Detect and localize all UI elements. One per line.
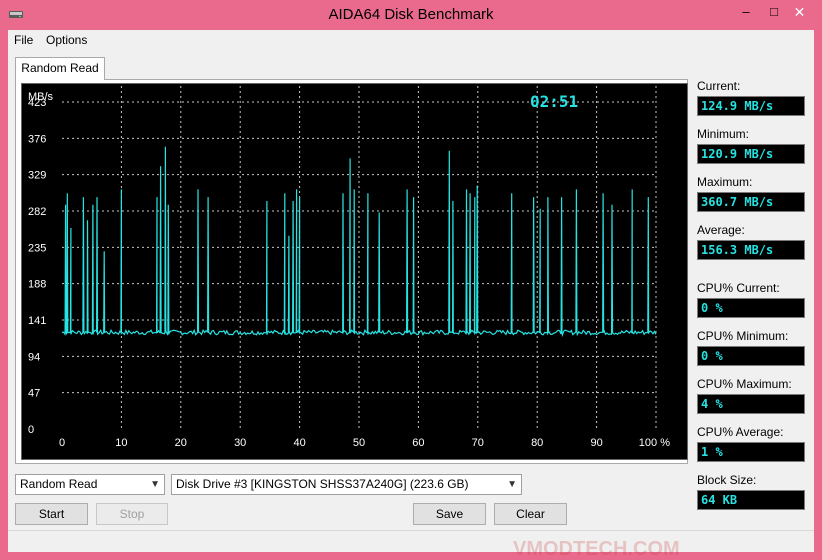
current-value: 124.9 MB/s: [697, 96, 805, 116]
cpu-current-label: CPU% Current:: [697, 281, 780, 295]
x-tick-label: 20: [175, 437, 187, 449]
watermark: VMODTECH.COM: [513, 538, 680, 560]
x-tick-label: 0: [59, 437, 65, 449]
average-value: 156.3 MB/s: [697, 240, 805, 260]
timer-readout: 02:51: [530, 92, 578, 111]
block-size-label: Block Size:: [697, 473, 757, 487]
start-button[interactable]: Start: [15, 503, 88, 525]
test-type-select[interactable]: Random Read ▼: [15, 474, 165, 495]
tab-random-read[interactable]: Random Read: [15, 57, 105, 80]
x-tick-label: 10: [115, 437, 127, 449]
cpu-maximum-label: CPU% Maximum:: [697, 377, 792, 391]
x-tick-label: 80: [531, 437, 543, 449]
minimize-button[interactable]: –: [733, 2, 759, 22]
x-tick-label: 40: [293, 437, 305, 449]
y-tick-label: 47: [28, 388, 40, 400]
menu-file[interactable]: File: [14, 33, 33, 47]
menu-options[interactable]: Options: [46, 33, 87, 47]
x-tick-label: 90: [590, 437, 602, 449]
y-tick-label: 329: [28, 170, 46, 182]
benchmark-chart: 423 376 329 282 235 188 141 94 47 0 MB/s 0 10 20 30 40 5…: [21, 83, 688, 460]
clear-button[interactable]: Clear: [494, 503, 567, 525]
cpu-maximum-value: 4 %: [697, 394, 805, 414]
cpu-current-value: 0 %: [697, 298, 805, 318]
chevron-down-icon: ▼: [150, 479, 160, 490]
y-tick-label: 0: [28, 424, 34, 436]
x-tick-label: 60: [412, 437, 424, 449]
y-tick-label: 282: [28, 206, 46, 218]
x-tick-label: 100 %: [639, 437, 670, 449]
bottom-divider: [8, 530, 814, 531]
app-window: AIDA64 Disk Benchmark – □ ✕ File Options…: [0, 0, 822, 560]
y-tick-label: 188: [28, 279, 46, 291]
client-area: File Options Random Read 423 376 329 282 235…: [8, 30, 814, 560]
maximum-value: 360.7 MB/s: [697, 192, 805, 212]
stop-button[interactable]: Stop: [96, 503, 168, 525]
y-tick-label: 94: [28, 351, 40, 363]
x-tick-label: 50: [353, 437, 365, 449]
current-label: Current:: [697, 79, 741, 93]
average-label: Average:: [697, 223, 745, 237]
y-tick-label: 235: [28, 242, 46, 254]
y-tick-label: 376: [28, 133, 46, 145]
cpu-minimum-value: 0 %: [697, 346, 805, 366]
window-title: AIDA64 Disk Benchmark: [328, 6, 494, 23]
chart-svg: 42337632928223518814194470MB/s0 10 20 30 40 5…: [28, 86, 670, 449]
menu-bar: File Options: [8, 30, 814, 50]
test-type-select-value: Random Read: [20, 477, 98, 491]
title-bar[interactable]: AIDA64 Disk Benchmark – □ ✕: [0, 0, 822, 30]
cpu-average-label: CPU% Average:: [697, 425, 784, 439]
cpu-average-value: 1 %: [697, 442, 805, 462]
save-button[interactable]: Save: [413, 503, 486, 525]
drive-select-value: Disk Drive #3 [KINGSTON SHSS37A240G] (22…: [176, 477, 469, 491]
drive-select[interactable]: Disk Drive #3 [KINGSTON SHSS37A240G] (22…: [171, 474, 522, 495]
minimum-label: Minimum:: [697, 127, 750, 141]
chevron-down-icon: ▼: [507, 479, 517, 490]
block-size-value: 64 KB: [697, 490, 805, 510]
x-tick-label: 30: [234, 437, 246, 449]
cpu-minimum-label: CPU% Minimum:: [697, 329, 789, 343]
maximum-label: Maximum:: [697, 175, 753, 189]
close-button[interactable]: ✕: [779, 2, 820, 22]
x-tick-label: 70: [472, 437, 484, 449]
y-unit-label: MB/s: [28, 91, 54, 103]
minimum-value: 120.9 MB/s: [697, 144, 805, 164]
y-tick-label: 141: [28, 315, 46, 327]
